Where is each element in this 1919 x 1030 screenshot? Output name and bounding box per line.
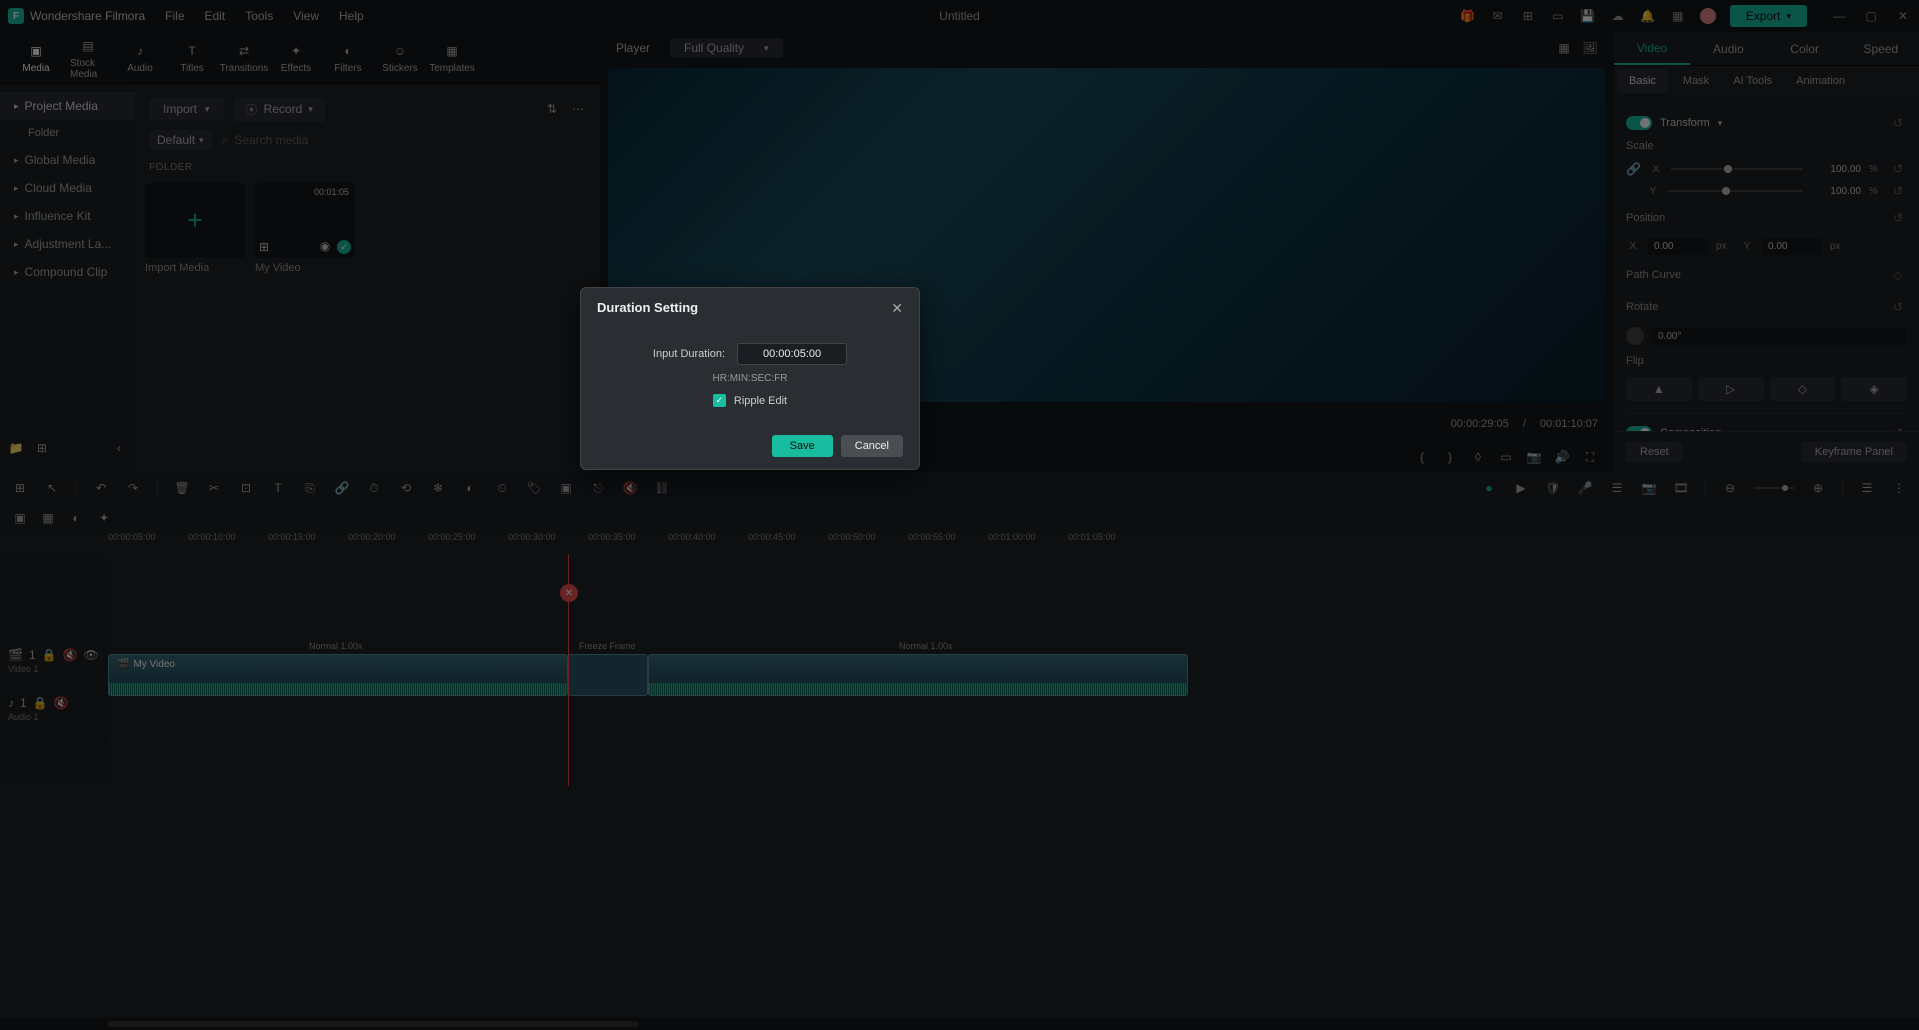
ripple-edit-checkbox[interactable]: ✓ [713, 394, 726, 407]
cancel-button[interactable]: Cancel [841, 435, 903, 457]
modal-body: Input Duration: HR:MIN:SEC:FR ✓ Ripple E… [581, 329, 919, 423]
input-duration-label: Input Duration: [653, 348, 725, 360]
modal-footer: Save Cancel [581, 423, 919, 469]
duration-format-hint: HR:MIN:SEC:FR [605, 369, 895, 394]
modal-close-icon[interactable]: ✕ [891, 300, 903, 317]
duration-setting-modal: Duration Setting ✕ Input Duration: HR:MI… [580, 287, 920, 470]
duration-input[interactable] [737, 343, 847, 365]
save-button[interactable]: Save [772, 435, 833, 457]
duration-input-row: Input Duration: [605, 339, 895, 369]
modal-header: Duration Setting ✕ [581, 288, 919, 329]
ripple-edit-label: Ripple Edit [734, 395, 787, 407]
modal-title: Duration Setting [597, 300, 698, 317]
modal-overlay[interactable] [0, 0, 1919, 1030]
ripple-edit-row: ✓ Ripple Edit [605, 394, 895, 407]
